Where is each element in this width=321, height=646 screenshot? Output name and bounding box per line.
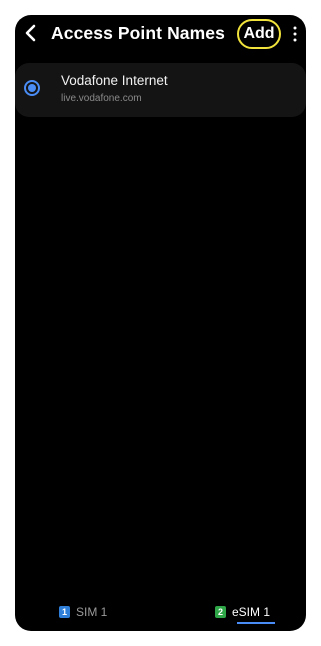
add-button[interactable]: Add xyxy=(237,19,281,49)
tab-label: eSIM 1 xyxy=(232,604,271,619)
apn-name: Vodafone Internet xyxy=(61,73,168,88)
back-button[interactable] xyxy=(21,22,41,44)
active-tab-indicator xyxy=(237,622,275,624)
more-vertical-icon xyxy=(293,26,297,42)
phone-screen: Access Point Names Add Vodafone Internet… xyxy=(15,15,306,631)
app-bar: Access Point Names Add xyxy=(15,15,306,55)
tab-sim-1[interactable]: 1 SIM 1 xyxy=(59,603,107,623)
tab-label: SIM 1 xyxy=(76,604,108,619)
sim-2-badge-icon: 2 xyxy=(215,605,226,618)
sim-tab-bar: 1 SIM 1 2 eSIM 1 xyxy=(15,597,306,627)
chevron-left-icon xyxy=(25,24,36,42)
apn-list-item[interactable]: Vodafone Internet live.vodafone.com xyxy=(15,63,306,117)
page-title: Access Point Names xyxy=(51,23,225,43)
more-options-button[interactable] xyxy=(291,24,299,44)
apn-address: live.vodafone.com xyxy=(61,93,142,104)
tab-esim-1[interactable]: 2 eSIM 1 xyxy=(215,603,275,624)
sim-1-badge-icon: 1 xyxy=(59,605,70,618)
radio-selected-icon[interactable] xyxy=(24,80,40,96)
